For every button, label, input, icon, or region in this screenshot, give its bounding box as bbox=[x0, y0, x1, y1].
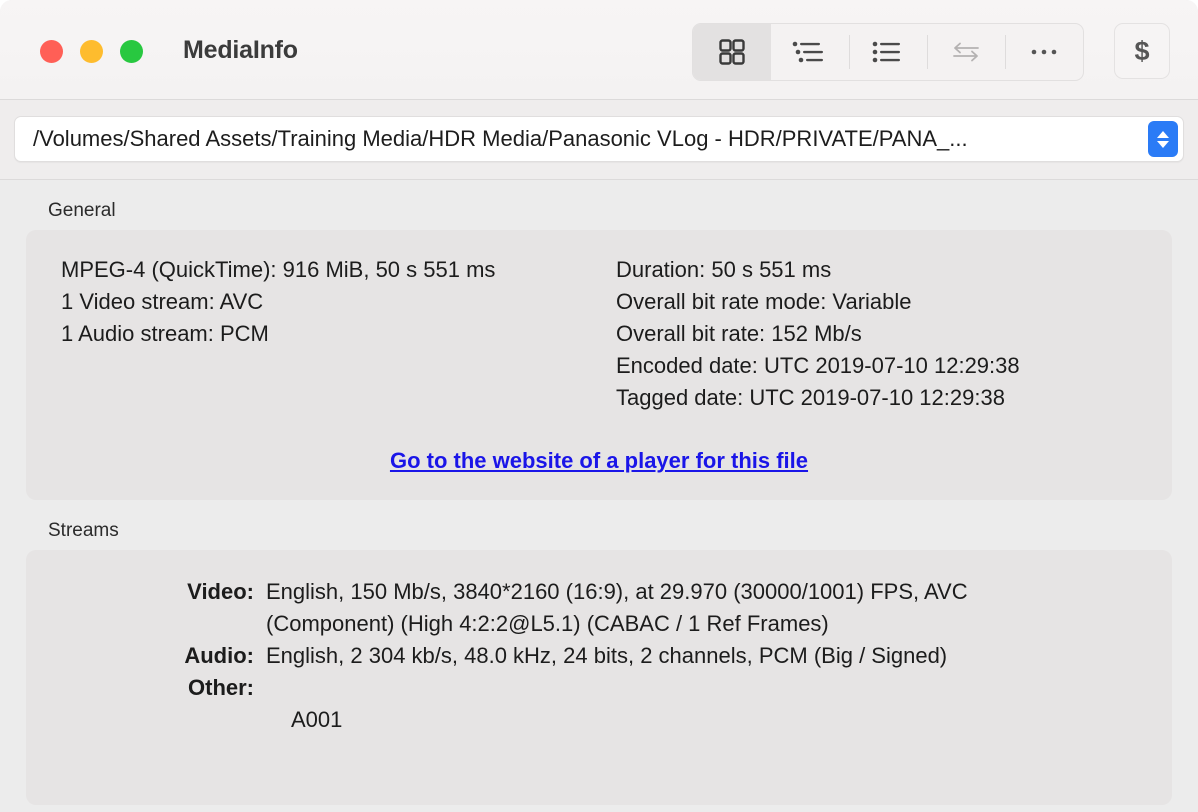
stream-key: Video: bbox=[187, 579, 254, 604]
stream-row-video: Video: English, 150 Mb/s, 3840*2160 (16:… bbox=[26, 576, 1172, 640]
stream-value bbox=[266, 672, 1172, 704]
titlebar: MediaInfo $ bbox=[0, 0, 1198, 100]
content-area: General MPEG-4 (QuickTime): 916 MiB, 50 … bbox=[0, 200, 1198, 812]
general-line: Overall bit rate mode: Variable bbox=[616, 289, 912, 314]
general-right-column: Duration: 50 s 551 ms Overall bit rate m… bbox=[616, 254, 1172, 414]
stream-value: English, 150 Mb/s, 3840*2160 (16:9), at … bbox=[266, 576, 1172, 640]
general-panel: MPEG-4 (QuickTime): 916 MiB, 50 s 551 ms… bbox=[26, 230, 1172, 500]
segment-swap[interactable] bbox=[927, 24, 1005, 80]
grid-view-icon bbox=[717, 37, 747, 67]
stream-value-line1: English, 2 304 kb/s, 48.0 kHz, 24 bits, … bbox=[266, 643, 948, 668]
general-line: Overall bit rate: 152 Mb/s bbox=[616, 321, 862, 346]
stream-row-other: Other: bbox=[26, 672, 1172, 704]
chevron-down-icon bbox=[1157, 140, 1169, 148]
general-columns: MPEG-4 (QuickTime): 916 MiB, 50 s 551 ms… bbox=[26, 254, 1172, 414]
minimize-button[interactable] bbox=[80, 40, 103, 63]
segment-more-options[interactable] bbox=[1005, 24, 1083, 80]
player-link-row: Go to the website of a player for this f… bbox=[26, 448, 1172, 474]
general-line: Duration: 50 s 551 ms bbox=[616, 257, 832, 282]
file-path-value: /Volumes/Shared Assets/Training Media/HD… bbox=[33, 126, 968, 151]
file-path-field[interactable]: /Volumes/Shared Assets/Training Media/HD… bbox=[14, 116, 1184, 162]
segment-tree-view[interactable] bbox=[771, 24, 849, 80]
stream-value-line1: English, 150 Mb/s, 3840*2160 (16:9), at … bbox=[266, 579, 968, 604]
general-line: 1 Video stream: AVC bbox=[61, 289, 264, 314]
general-line: Tagged date: UTC 2019-07-10 12:29:38 bbox=[616, 385, 1005, 410]
general-line: Encoded date: UTC 2019-07-10 12:29:38 bbox=[616, 353, 1020, 378]
segment-list-view[interactable] bbox=[849, 24, 927, 80]
close-button[interactable] bbox=[40, 40, 63, 63]
stream-value-line2: (Component) (High 4:2:2@L5.1) (CABAC / 1… bbox=[266, 611, 829, 636]
list-view-icon bbox=[871, 37, 905, 67]
view-mode-segmented-control bbox=[692, 23, 1084, 81]
general-section-label: General bbox=[48, 200, 116, 221]
streams-section-label: Streams bbox=[48, 520, 119, 541]
player-website-link[interactable]: Go to the website of a player for this f… bbox=[390, 448, 808, 473]
path-stepper-button[interactable] bbox=[1148, 121, 1178, 157]
path-bar: /Volumes/Shared Assets/Training Media/HD… bbox=[0, 100, 1198, 180]
streams-panel: Video: English, 150 Mb/s, 3840*2160 (16:… bbox=[26, 550, 1172, 805]
stream-row-audio: Audio: English, 2 304 kb/s, 48.0 kHz, 24… bbox=[26, 640, 1172, 672]
traffic-lights bbox=[40, 40, 143, 63]
window-title: MediaInfo bbox=[183, 36, 298, 64]
stream-key: Other: bbox=[188, 675, 254, 700]
swap-arrows-icon bbox=[949, 40, 983, 64]
segment-grid-view[interactable] bbox=[693, 24, 771, 80]
general-left-column: MPEG-4 (QuickTime): 916 MiB, 50 s 551 ms… bbox=[61, 254, 616, 414]
general-line: 1 Audio stream: PCM bbox=[61, 321, 269, 346]
tree-view-icon bbox=[791, 37, 829, 67]
stream-key: Audio: bbox=[184, 643, 254, 668]
chevron-up-icon bbox=[1157, 130, 1169, 138]
maximize-button[interactable] bbox=[120, 40, 143, 63]
donate-button[interactable]: $ bbox=[1114, 23, 1170, 79]
ellipsis-icon bbox=[1029, 46, 1059, 58]
mediainfo-window: MediaInfo $ /Volumes/Shared Assets/Train… bbox=[0, 0, 1198, 812]
stream-value: English, 2 304 kb/s, 48.0 kHz, 24 bits, … bbox=[266, 640, 1172, 672]
general-line: MPEG-4 (QuickTime): 916 MiB, 50 s 551 ms bbox=[61, 257, 496, 282]
other-stream-value: A001 bbox=[291, 707, 343, 732]
